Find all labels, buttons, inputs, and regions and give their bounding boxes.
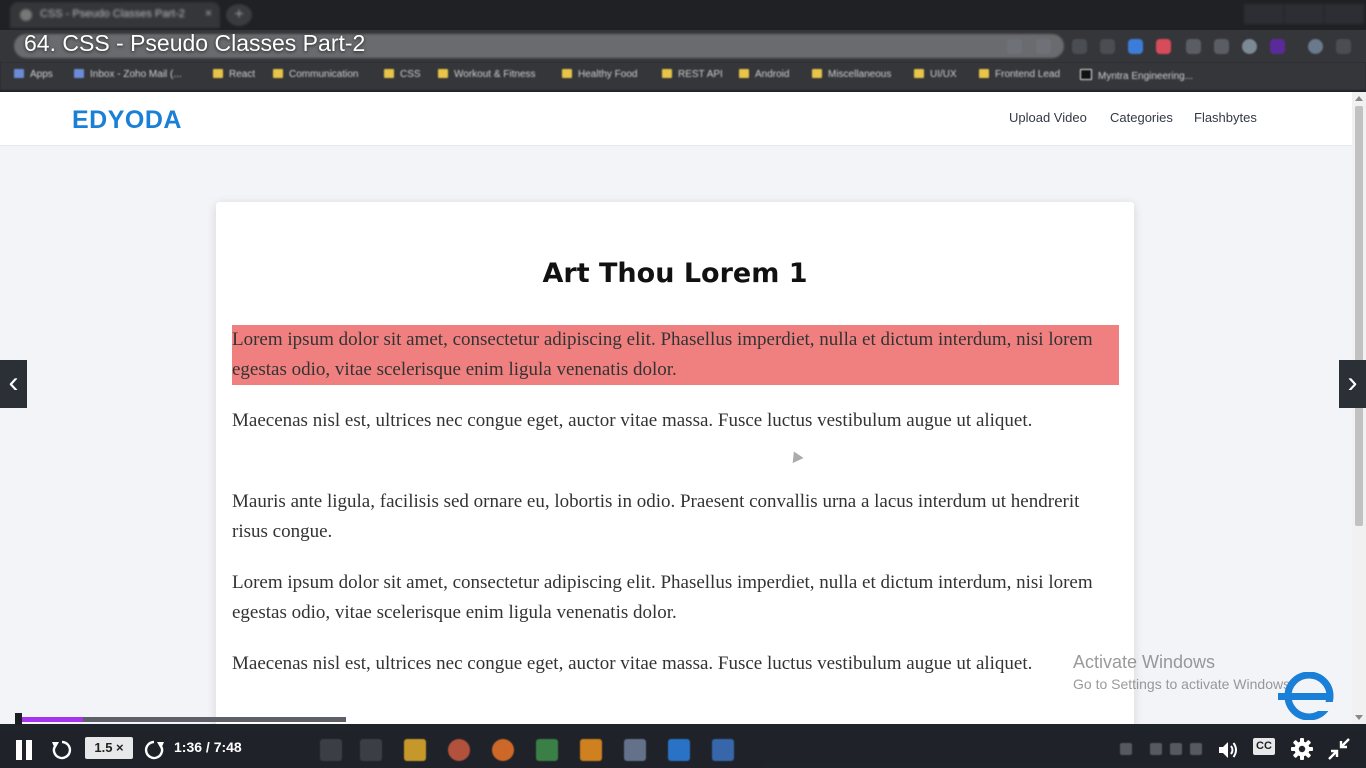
tab-title: CSS - Pseudo Classes Part-2	[40, 8, 185, 20]
browser-tab[interactable]: CSS - Pseudo Classes Part-2 ×	[10, 2, 220, 28]
article-paragraph: Maecenas nisl est, ultrices nec congue e…	[232, 410, 1033, 431]
taskbar-task-view-icon	[360, 739, 382, 761]
page-scrollbar[interactable]	[1352, 92, 1366, 724]
nav-categories[interactable]: Categories	[1110, 110, 1173, 125]
bookmark-folder[interactable]: Android	[739, 69, 789, 80]
closed-captions-button[interactable]: CC	[1253, 738, 1275, 755]
scrollbar-thumb[interactable]	[1355, 106, 1363, 526]
article-paragraph: Lorem ipsum dolor sit amet, consectetur …	[232, 572, 1093, 623]
activate-windows-title: Activate Windows	[1073, 652, 1216, 672]
taskbar-app-icon	[624, 739, 646, 761]
bookmark-star-icon[interactable]	[1036, 39, 1051, 54]
article-paragraph: Maecenas nisl est, ultrices nec congue e…	[232, 653, 1033, 674]
taskbar-explorer-icon	[404, 739, 426, 761]
video-title: 64. CSS - Pseudo Classes Part-2	[24, 30, 366, 56]
site-logo[interactable]: EDYODA	[72, 106, 182, 135]
bookmark-apps[interactable]: Apps	[14, 69, 53, 80]
menu-icon[interactable]	[1336, 39, 1351, 54]
minimize-button[interactable]	[1244, 4, 1284, 24]
bookmark-folder[interactable]: Miscellaneous	[812, 69, 891, 80]
activate-windows-subtitle: Go to Settings to activate Windows.	[1073, 676, 1294, 692]
nav-upload-video[interactable]: Upload Video	[1009, 110, 1087, 125]
edyoda-e-logo-icon	[1278, 672, 1334, 720]
pause-icon[interactable]	[14, 740, 34, 760]
taskbar-vscode-icon	[668, 739, 690, 761]
nav-flashbytes[interactable]: Flashbytes	[1194, 110, 1257, 125]
tray-icon	[1190, 743, 1202, 755]
exit-fullscreen-icon[interactable]	[1327, 737, 1351, 761]
bookmark-folder[interactable]: Communication	[273, 69, 358, 80]
translate-icon[interactable]	[1007, 39, 1022, 54]
extension-icon[interactable]	[1100, 39, 1115, 54]
previous-lesson-button[interactable]: ‹	[0, 360, 27, 408]
maximize-button[interactable]	[1284, 4, 1324, 24]
gear-icon[interactable]	[1290, 737, 1314, 761]
scroll-up-icon[interactable]	[1355, 96, 1363, 101]
rewind-icon[interactable]	[50, 738, 74, 762]
forward-icon[interactable]	[142, 738, 166, 762]
bookmark-folder[interactable]: Healthy Food	[562, 69, 637, 80]
volume-icon[interactable]	[1216, 738, 1240, 762]
tray-icon	[1170, 743, 1182, 755]
video-progress-bar[interactable]	[15, 717, 346, 722]
account-icon[interactable]	[1308, 39, 1323, 54]
tab-favicon-icon	[20, 9, 32, 21]
bookmark-folder[interactable]: Frontend Lead	[979, 69, 1060, 80]
shield-extension-icon[interactable]	[1128, 39, 1143, 54]
tray-icon	[1150, 743, 1162, 755]
tray-icon	[1120, 743, 1132, 755]
taskbar-vlc-icon	[580, 739, 602, 761]
playback-speed-button[interactable]: 1.5 ×	[85, 737, 133, 759]
article-card: Art Thou Lorem 1 Lorem ipsum dolor sit a…	[216, 202, 1134, 724]
video-progress-fill	[15, 717, 83, 722]
next-lesson-button[interactable]: ›	[1339, 360, 1366, 408]
profile-avatar-icon[interactable]	[1242, 39, 1257, 54]
article-paragraph: Mauris ante ligula, facilisis sed ornare…	[232, 491, 1080, 542]
page-viewport: EDYODA Upload Video Categories Flashbyte…	[0, 92, 1352, 724]
bookmarks-bar: Apps Inbox - Zoho Mail (... React Commun…	[0, 62, 1366, 90]
extension-icon[interactable]	[1186, 39, 1201, 54]
video-player-controls: 1.5 × 1:36 / 7:48 CC	[0, 732, 1366, 768]
bookmark-folder[interactable]: Workout & Fitness	[438, 69, 536, 80]
video-time: 1:36 / 7:48	[174, 739, 242, 755]
taskbar-firefox-icon	[492, 739, 514, 761]
new-tab-button[interactable]: +	[226, 4, 252, 26]
bookmark-folder[interactable]: UI/UX	[914, 69, 957, 80]
tab-close-icon[interactable]: ×	[205, 6, 212, 20]
window-close-button[interactable]	[1324, 4, 1364, 24]
extension-icon[interactable]	[1072, 39, 1087, 54]
browser-tabstrip: CSS - Pseudo Classes Part-2 × +	[0, 0, 1366, 30]
taskbar-app-icon	[712, 739, 734, 761]
extension-icon[interactable]	[1156, 39, 1171, 54]
taskbar-chrome-icon	[448, 739, 470, 761]
taskbar-app-icon	[536, 739, 558, 761]
site-header: EDYODA Upload Video Categories Flashbyte…	[0, 92, 1352, 146]
bookmark-myntra[interactable]: Myntra Engineering...	[1080, 69, 1193, 82]
bookmark-inbox[interactable]: Inbox - Zoho Mail (...	[74, 69, 182, 80]
video-progress-handle[interactable]	[15, 713, 22, 725]
extension-icon[interactable]	[1214, 39, 1229, 54]
bookmark-folder[interactable]: CSS	[384, 69, 421, 80]
bookmark-folder[interactable]: REST API	[662, 69, 723, 80]
bookmark-folder[interactable]: React	[213, 69, 255, 80]
taskbar-mic-icon	[320, 739, 342, 761]
extension-icon[interactable]	[1270, 39, 1285, 54]
scroll-down-icon[interactable]	[1355, 715, 1363, 720]
article-title: Art Thou Lorem 1	[542, 258, 808, 289]
article-paragraph-highlighted: Lorem ipsum dolor sit amet, consectetur …	[232, 325, 1119, 385]
